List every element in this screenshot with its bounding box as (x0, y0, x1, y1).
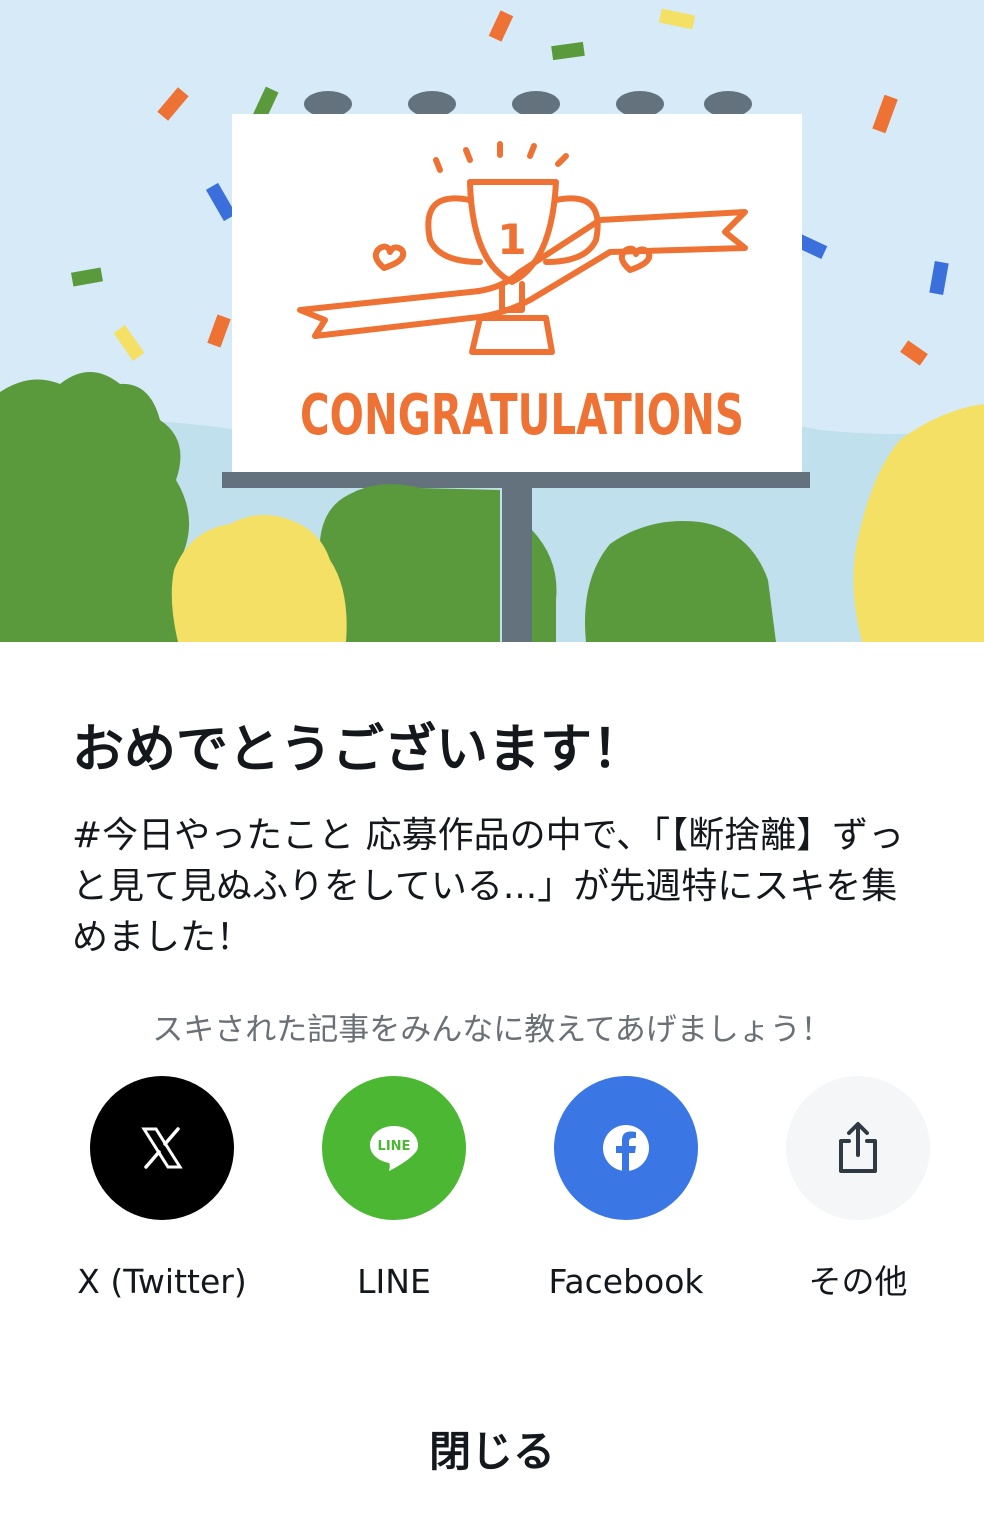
close-button[interactable]: 閉じる (342, 1408, 642, 1488)
share-facebook-button[interactable]: Facebook (510, 1076, 742, 1316)
share-x-circle[interactable] (90, 1076, 234, 1220)
line-logo-icon: LINE (370, 1126, 418, 1171)
trophy-number: 1 (497, 215, 526, 264)
share-icon (839, 1122, 877, 1173)
share-other-circle[interactable] (786, 1076, 930, 1220)
dialog-message: #今日やったこと 応募作品の中で、「【断捨離】ずっと見て見ぬふりをしている...… (72, 815, 905, 958)
share-other-button[interactable]: その他 (742, 1076, 974, 1316)
share-line-button[interactable]: LINE LINE (278, 1076, 510, 1316)
share-facebook-label: Facebook (548, 1262, 704, 1301)
share-facebook-circle[interactable] (554, 1076, 698, 1220)
share-line-circle[interactable]: LINE (322, 1076, 466, 1220)
share-other-label: その他 (808, 1262, 908, 1301)
svg-text:LINE: LINE (378, 1139, 411, 1154)
share-x-button[interactable]: X (Twitter) (46, 1076, 278, 1316)
x-logo-icon (141, 1127, 183, 1169)
share-options: X (Twitter) LINE LINE Facebook その他 (0, 1076, 984, 1316)
congratulations-illustration: 1 CONGRATULATIONS (0, 0, 984, 642)
share-x-label: X (Twitter) (77, 1262, 247, 1301)
dialog-title: おめでとうございます！ (72, 720, 645, 780)
billboard-text: CONGRATULATIONS (300, 383, 744, 448)
share-prompt: スキされた記事をみんなに教えてあげましょう！ (152, 1012, 832, 1048)
facebook-logo-icon (603, 1125, 649, 1171)
share-line-label: LINE (357, 1262, 431, 1301)
